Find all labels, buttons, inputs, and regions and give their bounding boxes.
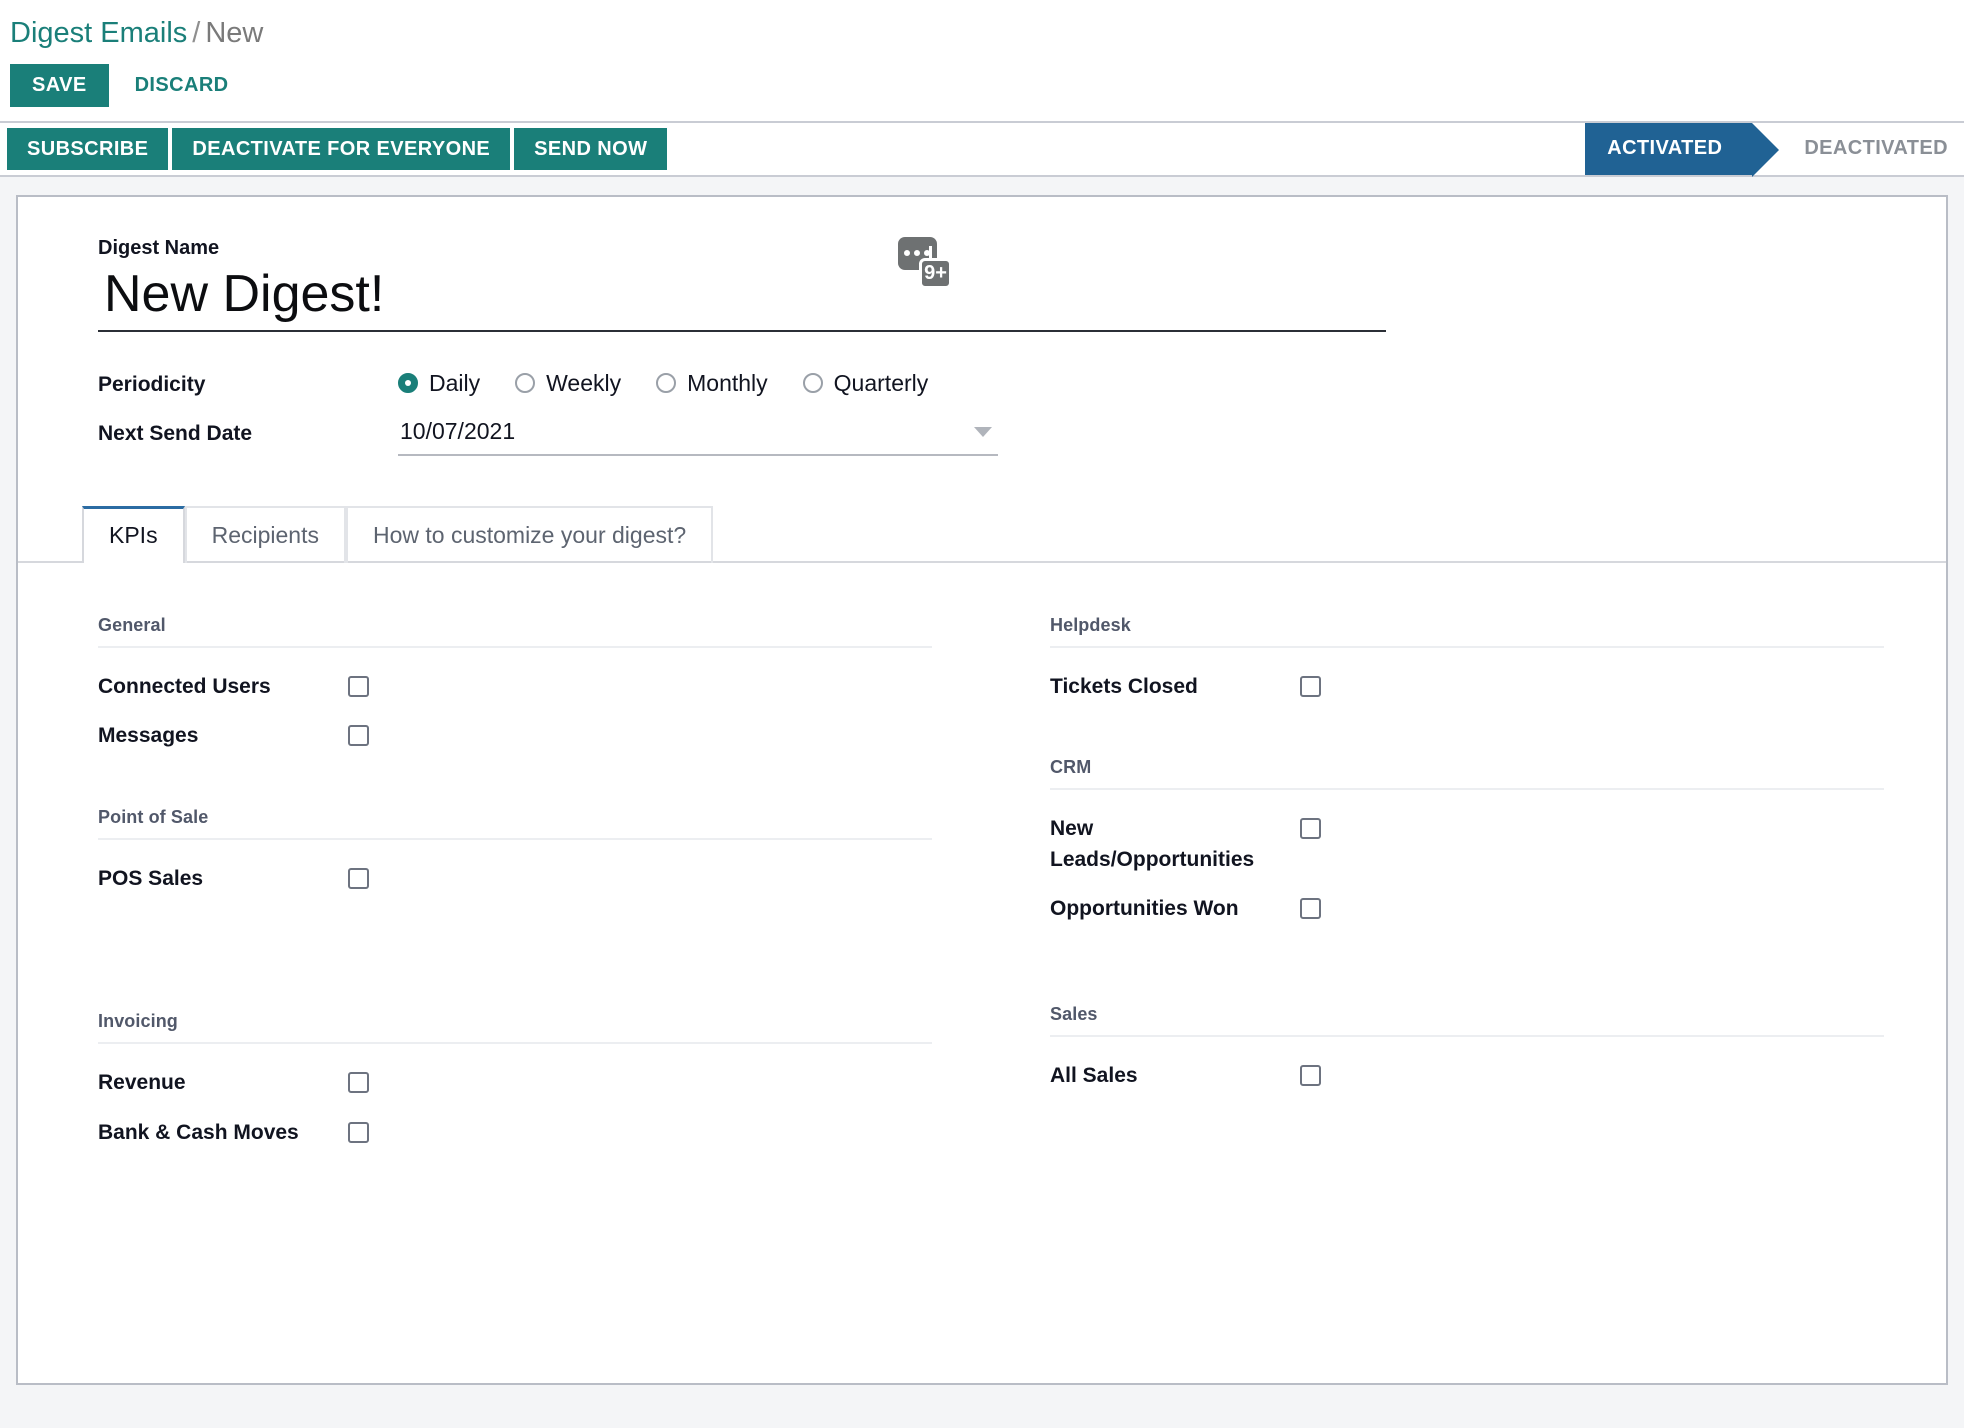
periodicity-label-weekly: Weekly xyxy=(546,369,622,396)
kpi-group-sales: Sales All Sales xyxy=(1050,1004,1884,1100)
send-now-button[interactable]: SEND NOW xyxy=(514,127,668,170)
radio-icon-quarterly xyxy=(802,373,823,394)
kpi-column-left: General Connected Users Messages Point o… xyxy=(98,615,932,1167)
kpi-group-title-point-of-sale: Point of Sale xyxy=(98,807,932,840)
periodicity-option-quarterly[interactable]: Quarterly xyxy=(802,369,929,397)
periodicity-option-monthly[interactable]: Monthly xyxy=(656,370,768,397)
kpi-checkbox-new-leads-opportunities[interactable] xyxy=(1300,818,1321,840)
form-header-area: 9+ Digest Name Periodicity Daily Weekly xyxy=(18,236,1946,457)
statusbar: SUBSCRIBE DEACTIVATE FOR EVERYONE SEND N… xyxy=(0,120,1964,177)
periodicity-label-quarterly: Quarterly xyxy=(833,369,929,396)
periodicity-option-daily[interactable]: Daily xyxy=(398,370,480,397)
kpi-group-title-general: General xyxy=(98,615,932,648)
messages-bubble-icon[interactable]: 9+ xyxy=(898,236,956,289)
bubble-dots-icon xyxy=(904,249,930,256)
kpi-group-title-sales: Sales xyxy=(1050,1004,1884,1037)
kpi-label-opportunities-won: Opportunities Won xyxy=(1050,897,1239,921)
kpi-label-all-sales: All Sales xyxy=(1050,1063,1138,1087)
deactivate-for-everyone-button[interactable]: DEACTIVATE FOR EVERYONE xyxy=(172,127,511,170)
tab-kpis[interactable]: KPIs xyxy=(82,506,185,563)
kpi-label-connected-users: Connected Users xyxy=(98,674,271,698)
kpi-row-revenue: Revenue xyxy=(98,1058,932,1107)
statusbar-action-buttons: SUBSCRIBE DEACTIVATE FOR EVERYONE SEND N… xyxy=(7,123,668,175)
message-count-badge: 9+ xyxy=(919,257,952,289)
periodicity-row: Periodicity Daily Weekly Monthly Quarter… xyxy=(98,370,1884,397)
kpi-group-helpdesk: Helpdesk Tickets Closed xyxy=(1050,615,1884,711)
kpi-group-title-crm: CRM xyxy=(1050,757,1884,791)
next-send-date-input[interactable] xyxy=(398,418,998,455)
kpi-label-bank-cash-moves: Bank & Cash Moves xyxy=(98,1120,299,1144)
discard-button[interactable]: DISCARD xyxy=(109,64,255,107)
digest-name-label: Digest Name xyxy=(98,236,220,259)
next-send-date-label: Next Send Date xyxy=(98,421,253,445)
chevron-down-icon[interactable] xyxy=(974,426,992,437)
periodicity-label: Periodicity xyxy=(98,372,206,396)
kpi-label-pos-sales: POS Sales xyxy=(98,866,204,890)
notebook: KPIs Recipients How to customize your di… xyxy=(18,506,1946,1167)
radio-icon-daily xyxy=(398,373,418,394)
kpi-checkbox-bank-cash-moves[interactable] xyxy=(348,1121,369,1143)
kpi-group-point-of-sale: Point of Sale POS Sales xyxy=(98,807,932,903)
periodicity-radio-group: Daily Weekly Monthly Quarterly xyxy=(398,370,963,397)
breadcrumb: Digest Emails / New xyxy=(0,0,1964,51)
notebook-tabs: KPIs Recipients How to customize your di… xyxy=(18,506,1946,563)
periodicity-label-daily: Daily xyxy=(429,369,481,396)
kpi-checkbox-pos-sales[interactable] xyxy=(348,867,369,889)
periodicity-option-weekly[interactable]: Weekly xyxy=(515,370,621,397)
kpi-row-pos-sales: POS Sales xyxy=(98,854,932,903)
kpi-group-title-helpdesk: Helpdesk xyxy=(1050,615,1884,648)
control-panel: Digest Emails / New SAVE DISCARD xyxy=(0,0,1964,121)
breadcrumb-current: New xyxy=(205,17,264,49)
breadcrumb-root-link[interactable]: Digest Emails xyxy=(10,17,187,49)
kpi-group-general: General Connected Users Messages xyxy=(98,615,932,761)
breadcrumb-separator: / xyxy=(192,17,201,49)
kpi-row-tickets-closed: Tickets Closed xyxy=(1050,662,1884,711)
digest-name-input[interactable] xyxy=(98,265,1386,332)
kpi-grid: General Connected Users Messages Point o… xyxy=(18,563,1946,1167)
kpi-row-messages: Messages xyxy=(98,711,932,760)
stage-deactivated[interactable]: DEACTIVATED xyxy=(1752,123,1964,175)
subscribe-button[interactable]: SUBSCRIBE xyxy=(7,127,169,170)
kpi-row-all-sales: All Sales xyxy=(1050,1051,1884,1100)
kpi-group-invoicing: Invoicing Revenue Bank & Cash Moves xyxy=(98,1011,932,1157)
tab-how-to-customize[interactable]: How to customize your digest? xyxy=(345,506,714,563)
kpi-checkbox-revenue[interactable] xyxy=(348,1072,369,1094)
form-sheet: 9+ Digest Name Periodicity Daily Weekly xyxy=(16,194,1948,1385)
kpi-checkbox-all-sales[interactable] xyxy=(1300,1064,1321,1086)
kpi-label-tickets-closed: Tickets Closed xyxy=(1050,674,1198,698)
kpi-label-messages: Messages xyxy=(98,724,199,748)
kpi-checkbox-tickets-closed[interactable] xyxy=(1300,675,1321,697)
kpi-row-opportunities-won: Opportunities Won xyxy=(1050,884,1884,933)
kpi-group-title-invoicing: Invoicing xyxy=(98,1011,932,1045)
statusbar-stages: ACTIVATED DEACTIVATED xyxy=(1585,122,1964,177)
kpi-checkbox-messages[interactable] xyxy=(348,725,369,747)
save-button[interactable]: SAVE xyxy=(10,63,109,107)
radio-icon-weekly xyxy=(515,373,536,394)
kpi-column-right: Helpdesk Tickets Closed CRM New Leads/Op… xyxy=(1050,615,1884,1167)
control-panel-buttons: SAVE DISCARD xyxy=(0,51,1964,121)
tab-recipients[interactable]: Recipients xyxy=(184,506,346,563)
kpi-row-bank-cash-moves: Bank & Cash Moves xyxy=(98,1108,932,1157)
radio-icon-monthly xyxy=(656,373,677,394)
periodicity-label-monthly: Monthly xyxy=(687,369,768,396)
kpi-row-new-leads-opportunities: New Leads/Opportunities xyxy=(1050,804,1884,884)
kpi-checkbox-connected-users[interactable] xyxy=(348,675,369,697)
kpi-label-new-leads-opportunities: New Leads/Opportunities xyxy=(1050,817,1255,871)
kpi-row-connected-users: Connected Users xyxy=(98,662,932,711)
next-send-date-field xyxy=(398,418,998,457)
kpi-label-revenue: Revenue xyxy=(98,1071,186,1095)
kpi-group-crm: CRM New Leads/Opportunities Opportunitie… xyxy=(1050,757,1884,933)
sheet-container: 9+ Digest Name Periodicity Daily Weekly xyxy=(0,177,1964,1385)
next-send-date-row: Next Send Date xyxy=(98,418,1884,457)
kpi-checkbox-opportunities-won[interactable] xyxy=(1300,898,1321,920)
stage-activated[interactable]: ACTIVATED xyxy=(1585,122,1780,177)
